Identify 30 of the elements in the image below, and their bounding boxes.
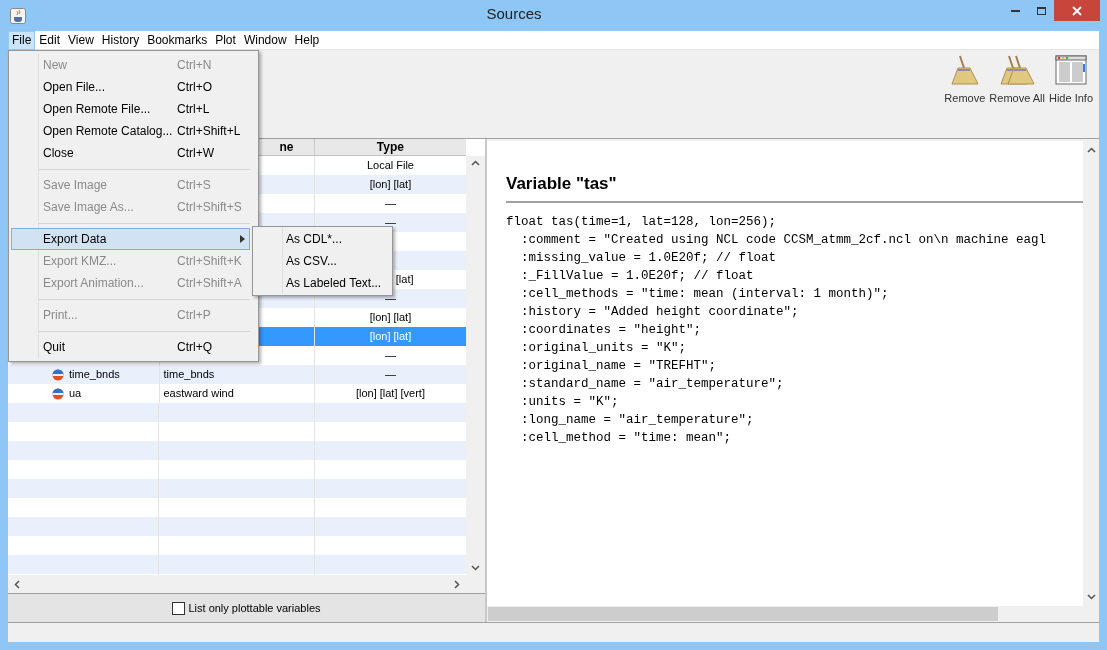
table-cell-text: — (384, 215, 396, 231)
code-line: :coordinates = "height"; (520, 321, 702, 339)
code-line: :missing_value = 1.0E20f; // float (520, 249, 777, 267)
table-cell-text: [lon] [lat] [vert] (355, 386, 425, 402)
table-cell-text: time_bnds (69, 367, 120, 383)
code-line: :_FillValue = 1.0E20f; // float (520, 267, 754, 285)
window-title: Sources (485, 4, 543, 25)
variable-heading: Variable "tas" (506, 171, 1083, 203)
table-cell-text: [lat] (395, 272, 414, 288)
table-cell-text: — (384, 348, 396, 364)
code-line: :cell_methods = "time: mean (interval: 1 month)"; (520, 285, 889, 303)
table-cell-text: — (384, 196, 396, 212)
table-cell-text: [lon] [lat] (369, 329, 412, 345)
code-line: :units = "K"; (520, 393, 619, 411)
table-cell-text: [lon] [lat] (369, 310, 412, 326)
code-line: :comment = "Created using NCL code CCSM_atmm_2cf.ncl on\n machine eagl (520, 231, 1047, 249)
table-cell-text: — (384, 291, 396, 307)
code-line: :standard_name = "air_temperature"; (520, 375, 784, 393)
table-cell-text: [lon] [lat] (369, 177, 412, 193)
table-cell-text: — (384, 367, 396, 383)
table-cell-text: ua (69, 386, 82, 402)
code-line: float tas(time=1, lat=128, lon=256); (506, 213, 777, 231)
code-line: :cell_method = "time: mean"; (520, 429, 732, 447)
table-cell-text: time_bnds (163, 367, 215, 383)
table-cell-text: eastward wind (163, 386, 234, 402)
code-line: :original_name = "TREFHT"; (520, 357, 717, 375)
table-cell-text: Local File (366, 158, 414, 174)
code-line: :long_name = "air_temperature"; (520, 411, 754, 429)
code-line: :history = "Added height coordinate"; (520, 303, 799, 321)
code-line: :original_units = "K"; (520, 339, 687, 357)
